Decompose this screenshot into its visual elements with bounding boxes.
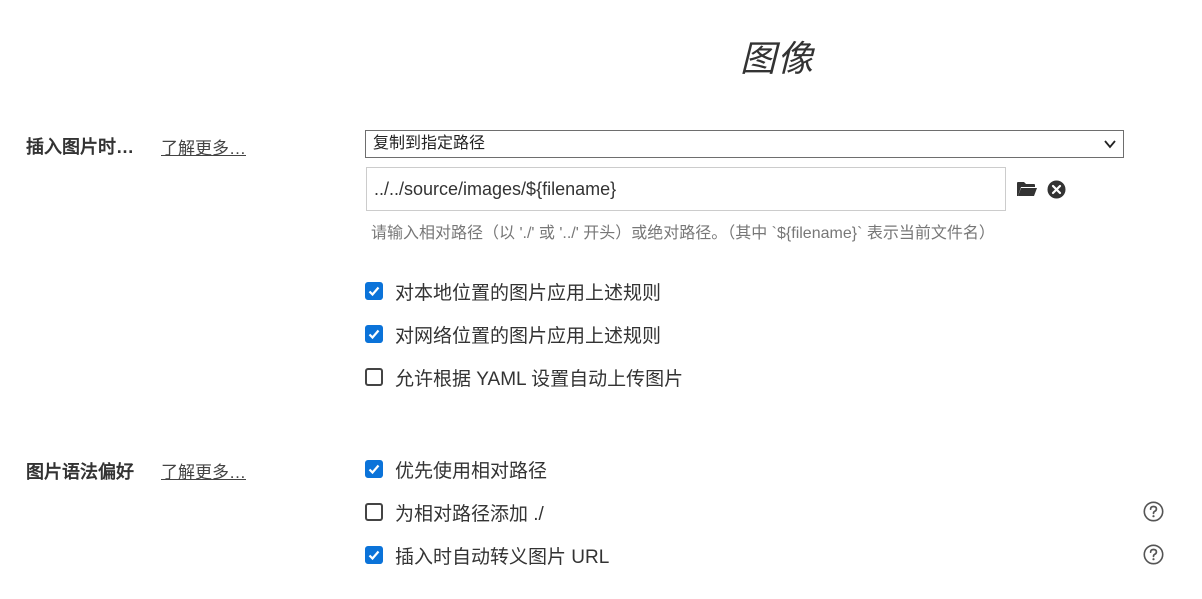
- chevron-down-icon: [1104, 140, 1116, 149]
- insert-image-action-select[interactable]: 复制到指定路径: [365, 130, 1124, 158]
- option-label: 为相对路径添加 ./: [395, 503, 544, 525]
- question-circle-icon[interactable]: [1143, 544, 1164, 565]
- option-label: 对本地位置的图片应用上述规则: [395, 282, 662, 304]
- insert-image-learn-more-link[interactable]: 了解更多…: [161, 134, 246, 159]
- option-label: 对网络位置的图片应用上述规则: [395, 325, 662, 347]
- option-prefer-relative-path[interactable]: 优先使用相对路径: [365, 458, 548, 482]
- checkmark-icon: [368, 550, 380, 561]
- page-title: 图像: [740, 38, 815, 79]
- insert-image-section-label: 插入图片时…: [26, 137, 134, 157]
- preferences-image-page: 图像 插入图片时… 了解更多… 复制到指定路径 请输入相对路径（以 './' 或…: [0, 0, 1202, 599]
- checkmark-icon: [368, 286, 380, 297]
- select-value: 复制到指定路径: [373, 135, 486, 152]
- checkbox-checked[interactable]: [365, 325, 383, 343]
- option-label: 允许根据 YAML 设置自动上传图片: [395, 368, 684, 390]
- option-label: 插入时自动转义图片 URL: [395, 546, 610, 568]
- option-yaml-auto-upload[interactable]: 允许根据 YAML 设置自动上传图片: [365, 366, 684, 390]
- option-auto-escape-url[interactable]: 插入时自动转义图片 URL: [365, 544, 610, 568]
- checkmark-icon: [368, 464, 380, 475]
- image-path-input[interactable]: [366, 167, 1006, 211]
- checkbox-unchecked[interactable]: [365, 503, 383, 521]
- image-syntax-learn-more-link[interactable]: 了解更多…: [161, 458, 246, 483]
- checkbox-unchecked[interactable]: [365, 368, 383, 386]
- path-hint-text: 请输入相对路径（以 './' 或 '../' 开头）或绝对路径。（其中 `${f…: [371, 225, 995, 242]
- folder-icon[interactable]: [1016, 180, 1038, 198]
- checkbox-checked[interactable]: [365, 282, 383, 300]
- checkmark-icon: [368, 329, 380, 340]
- option-label: 优先使用相对路径: [395, 460, 548, 482]
- option-apply-network-images[interactable]: 对网络位置的图片应用上述规则: [365, 323, 662, 347]
- option-add-dot-slash[interactable]: 为相对路径添加 ./: [365, 501, 544, 525]
- clear-icon[interactable]: [1047, 180, 1066, 199]
- question-circle-icon[interactable]: [1143, 501, 1164, 522]
- checkbox-checked[interactable]: [365, 546, 383, 564]
- option-apply-local-images[interactable]: 对本地位置的图片应用上述规则: [365, 280, 662, 304]
- image-syntax-section-label: 图片语法偏好: [26, 462, 134, 482]
- checkbox-checked[interactable]: [365, 460, 383, 478]
